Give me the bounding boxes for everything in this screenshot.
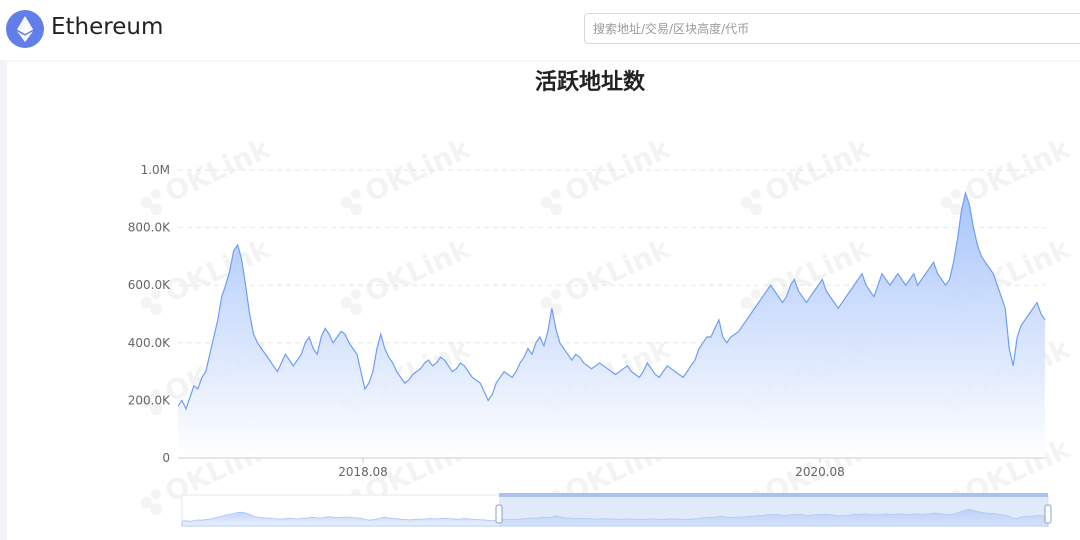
area-fill (178, 193, 1045, 458)
watermark: OKLink (540, 131, 676, 216)
y-axis-labels: 0 200.0K 400.0K 600.0K 800.0K 1.0M (128, 163, 171, 465)
watermark: OKLink (140, 231, 276, 316)
top-bar: Ethereum (0, 0, 1080, 60)
slider-right-handle[interactable] (1044, 504, 1052, 524)
watermark: OKLink (540, 231, 676, 316)
search-input[interactable] (584, 13, 1080, 44)
y-tick-label: 0 (162, 451, 170, 465)
y-tick-label: 800.0K (128, 221, 171, 235)
watermark-dot-icon (150, 489, 161, 500)
watermark-text: OKLink (360, 231, 476, 309)
x-tick-label: 2020.08 (795, 465, 845, 479)
range-slider[interactable] (181, 493, 1052, 527)
watermark-dot-icon (550, 289, 561, 300)
watermark-dot-icon (950, 189, 961, 200)
watermark-dot-icon (550, 189, 561, 200)
slider-selection[interactable] (499, 495, 1048, 526)
watermark-dot-icon (750, 189, 761, 200)
watermark-dot-icon (150, 189, 161, 200)
watermark-dot-icon (750, 289, 761, 300)
y-tick-label: 600.0K (128, 278, 171, 292)
y-tick-label: 400.0K (128, 336, 171, 350)
watermark: OKLink (740, 131, 876, 216)
slider-top-bar[interactable] (499, 493, 1048, 497)
watermark-dot-icon (350, 289, 361, 300)
x-tick-label: 2018.08 (338, 465, 388, 479)
brand-name[interactable]: Ethereum (51, 14, 163, 40)
slider-left-handle[interactable] (495, 504, 503, 524)
watermark: OKLink (940, 131, 1076, 216)
watermark: OKLink (340, 131, 476, 216)
watermark-text: OKLink (560, 231, 676, 309)
ethereum-icon[interactable] (6, 10, 44, 48)
watermark-dot-icon (350, 189, 361, 200)
watermark: OKLink (340, 231, 476, 316)
watermark-text: OKLink (160, 231, 276, 309)
active-addresses-chart: OKLink OKLink OKLink OKLink OKLink OKLink OKLi… (128, 131, 1076, 527)
y-tick-label: 1.0M (141, 163, 170, 177)
y-tick-label: 200.0K (128, 393, 171, 407)
